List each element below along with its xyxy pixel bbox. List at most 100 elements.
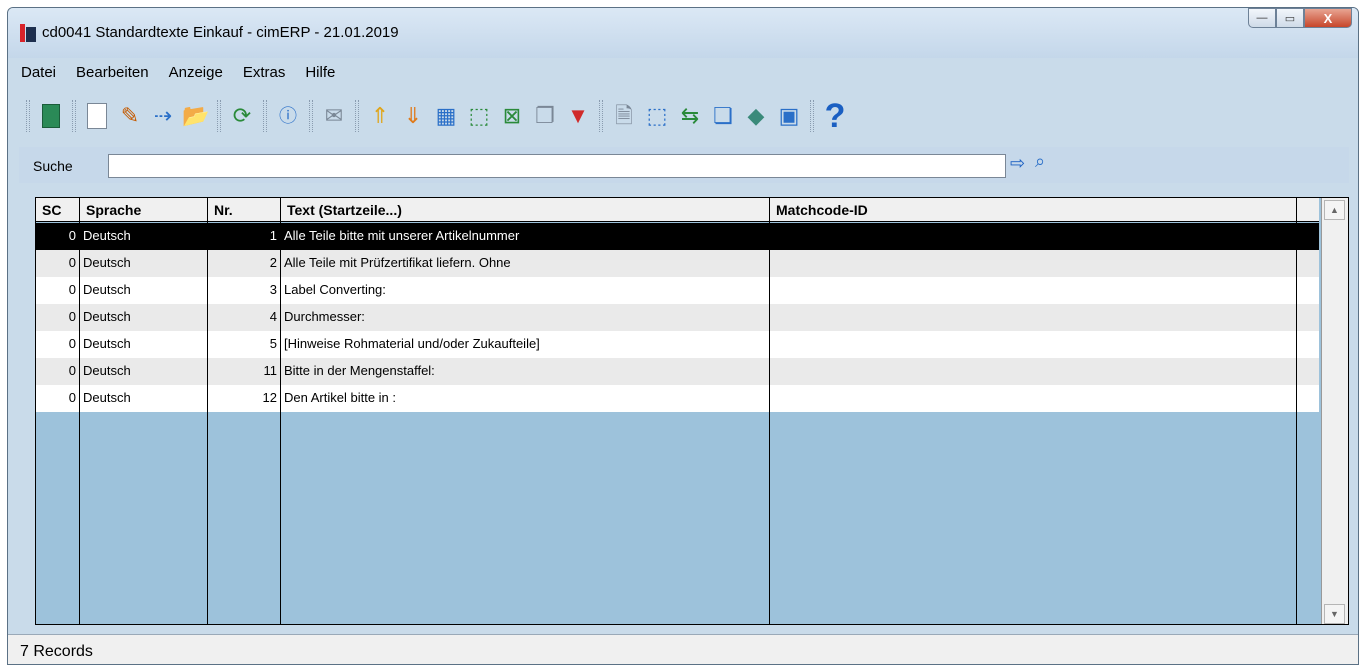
cell-text: Label Converting:	[281, 277, 770, 304]
search-input[interactable]	[108, 154, 1006, 178]
windows-icon[interactable]: ❏	[708, 100, 738, 132]
refresh-icon[interactable]: ⟳	[227, 100, 257, 132]
record-count: 7 Records	[20, 643, 93, 660]
menu-extras[interactable]: Extras	[241, 62, 288, 86]
calculator-icon[interactable]: ▦	[431, 100, 461, 132]
cell-sc: 0	[36, 385, 80, 412]
search-label: Suche	[33, 158, 73, 174]
new-document-icon[interactable]	[82, 100, 112, 132]
open-folder-icon[interactable]: 📂	[181, 100, 211, 132]
cell-sprache: Deutsch	[80, 358, 208, 385]
cell-sprache: Deutsch	[80, 250, 208, 277]
edit-document-icon[interactable]: ✎	[115, 100, 145, 132]
help-icon[interactable]: ?	[820, 99, 850, 133]
toolbar-separator	[26, 100, 30, 132]
column-header-nr[interactable]: Nr.	[208, 198, 281, 222]
mail-icon[interactable]: ✉	[319, 100, 349, 132]
transfer-icon[interactable]: ⇆	[675, 100, 705, 132]
cell-sc: 0	[36, 250, 80, 277]
cell-sprache: Deutsch	[80, 331, 208, 358]
menu-anzeige[interactable]: Anzeige	[167, 62, 225, 86]
app-window: cd0041 Standardtexte Einkauf - cimERP - …	[7, 7, 1359, 665]
search-bar: Suche ⇨ ⌕	[19, 147, 1349, 183]
copy-icon[interactable]: ⇢	[148, 100, 178, 132]
cell-matchcode	[770, 304, 1297, 331]
toolbar-separator	[217, 100, 221, 132]
excel-export-icon[interactable]: ⊠	[497, 100, 527, 132]
filter-icon[interactable]: ▼	[563, 100, 593, 132]
toolbar-separator	[355, 100, 359, 132]
app-logo-icon	[20, 24, 36, 42]
table-row[interactable]: 0 Deutsch 5 [Hinweise Rohmaterial und/od…	[36, 331, 1319, 358]
cell-nr: 12	[208, 385, 281, 412]
exit-door-icon[interactable]	[36, 100, 66, 132]
arrow-right-icon[interactable]: ⇨	[1010, 153, 1025, 174]
table-row[interactable]: 0 Deutsch 3 Label Converting:	[36, 277, 1319, 304]
cell-matchcode	[770, 358, 1297, 385]
table-row[interactable]: 0 Deutsch 1 Alle Teile bitte mit unserer…	[36, 223, 1319, 250]
window-controls: — ▭ X	[1248, 8, 1352, 30]
toolbar-separator	[263, 100, 267, 132]
menu-bar: Datei Bearbeiten Anzeige Extras Hilfe	[19, 62, 337, 86]
cell-text: Alle Teile mit Prüfzertifikat liefern. O…	[281, 250, 770, 277]
cell-nr: 3	[208, 277, 281, 304]
toolbar-separator	[599, 100, 603, 132]
export-icon[interactable]: ⬚	[464, 100, 494, 132]
cell-matchcode	[770, 250, 1297, 277]
title-bar[interactable]: cd0041 Standardtexte Einkauf - cimERP - …	[8, 8, 1358, 58]
duplicate-icon[interactable]: ❐	[530, 100, 560, 132]
cell-sc: 0	[36, 223, 80, 250]
cell-sc: 0	[36, 358, 80, 385]
scroll-down-button[interactable]: ▼	[1324, 604, 1345, 624]
minimize-button[interactable]: —	[1248, 8, 1276, 28]
vertical-scrollbar[interactable]: ▲ ▼	[1321, 198, 1348, 624]
column-header-sc[interactable]: SC	[36, 198, 80, 222]
cell-sc: 0	[36, 277, 80, 304]
close-button[interactable]: X	[1304, 8, 1352, 28]
cell-nr: 1	[208, 223, 281, 250]
cell-text: Durchmesser:	[281, 304, 770, 331]
cell-matchcode	[770, 277, 1297, 304]
cell-text: Alle Teile bitte mit unserer Artikelnumm…	[281, 223, 770, 250]
table-row[interactable]: 0 Deutsch 12 Den Artikel bitte in :	[36, 385, 1319, 412]
tag-icon[interactable]: ◆	[741, 100, 771, 132]
maximize-icon: ▭	[1284, 12, 1296, 25]
cell-sc: 0	[36, 331, 80, 358]
cell-sprache: Deutsch	[80, 385, 208, 412]
grid-view-icon[interactable]: ▣	[774, 100, 804, 132]
records-table[interactable]: SC Sprache Nr. Text (Startzeile...) Matc…	[35, 197, 1349, 625]
menu-bearbeiten[interactable]: Bearbeiten	[74, 62, 151, 86]
toolbar-separator	[309, 100, 313, 132]
cell-nr: 2	[208, 250, 281, 277]
chevron-down-icon: ▼	[1330, 609, 1339, 619]
menu-hilfe[interactable]: Hilfe	[303, 62, 337, 86]
cell-nr: 11	[208, 358, 281, 385]
scroll-up-button[interactable]: ▲	[1324, 200, 1345, 220]
window-title: cd0041 Standardtexte Einkauf - cimERP - …	[42, 24, 399, 41]
column-header-matchcode[interactable]: Matchcode-ID	[770, 198, 1297, 222]
chevron-up-icon: ▲	[1330, 205, 1339, 215]
maximize-button[interactable]: ▭	[1276, 8, 1304, 28]
magnifier-icon[interactable]: ⌕	[1035, 151, 1045, 172]
status-bar: 7 Records	[8, 634, 1358, 664]
table-row[interactable]: 0 Deutsch 11 Bitte in der Mengenstaffel:	[36, 358, 1319, 385]
table-row[interactable]: 0 Deutsch 4 Durchmesser:	[36, 304, 1319, 331]
properties-icon[interactable]: 🗎	[609, 100, 639, 132]
cell-sprache: Deutsch	[80, 304, 208, 331]
table-row[interactable]: 0 Deutsch 2 Alle Teile mit Prüfzertifika…	[36, 250, 1319, 277]
info-icon[interactable]: ⓘ	[273, 100, 303, 132]
cell-matchcode	[770, 385, 1297, 412]
column-header-sprache[interactable]: Sprache	[80, 198, 208, 222]
menu-datei[interactable]: Datei	[19, 62, 58, 86]
toolbar-separator	[810, 100, 814, 132]
select-area-icon[interactable]: ⬚	[642, 100, 672, 132]
column-header-text[interactable]: Text (Startzeile...)	[281, 198, 770, 222]
cell-text: Den Artikel bitte in :	[281, 385, 770, 412]
cell-text: [Hinweise Rohmaterial und/oder Zukauftei…	[281, 331, 770, 358]
cell-matchcode	[770, 331, 1297, 358]
toolbar-separator	[72, 100, 76, 132]
sort-ascending-icon[interactable]: ⇑	[365, 100, 395, 132]
sort-descending-icon[interactable]: ⇓	[398, 100, 428, 132]
cell-sprache: Deutsch	[80, 223, 208, 250]
cell-sc: 0	[36, 304, 80, 331]
